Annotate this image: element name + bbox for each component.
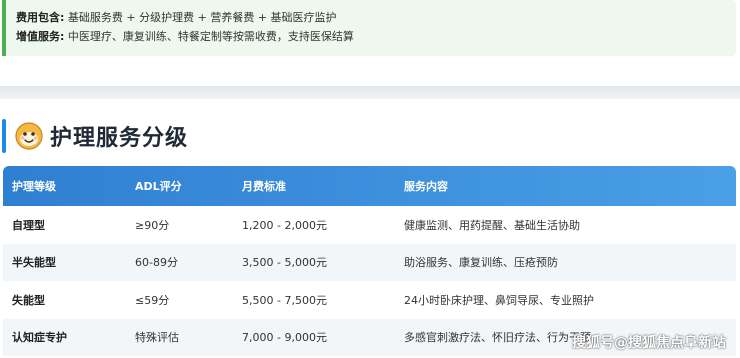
service-content-cell: 多感官刺激疗法、怀旧疗法、行为干预 — [404, 331, 591, 345]
service-content-cell: 健康监测、用药提醒、基础生活协助 — [404, 218, 580, 232]
monthly-fee-cell: 1,200 - 2,000元 — [242, 218, 327, 232]
care-level-cell: 自理型 — [12, 218, 45, 232]
table-header-adl: ADL评分 — [135, 180, 182, 193]
adl-score-cell: ≥90分 — [135, 218, 170, 232]
adl-score-cell: 60-89分 — [135, 256, 178, 270]
table-header: 护理等级 ADL评分 月费标准 服务内容 — [3, 166, 736, 206]
table-row: 失能型 ≤59分 5,500 - 7,500元 24小时卧床护理、鼻饲导尿、专业… — [3, 281, 736, 319]
section-divider — [0, 86, 740, 99]
fee-extra-text: 中医理疗、康复训练、特餐定制等按需收费，支持医保结算 — [67, 30, 354, 43]
section-accent-bar — [2, 119, 6, 153]
table-header-level: 护理等级 — [12, 180, 56, 193]
smiling-face-icon — [15, 122, 43, 150]
fee-info-box: 费用包含: 基础服务费 + 分级护理费 + 营养餐费 + 基础医疗监护 增值服务… — [2, 0, 736, 56]
care-level-cell: 半失能型 — [12, 256, 56, 270]
monthly-fee-cell: 3,500 - 5,000元 — [242, 256, 327, 270]
table-header-fee: 月费标准 — [242, 180, 286, 193]
care-level-cell: 认知症专护 — [12, 331, 67, 345]
section-title: 护理服务分级 — [50, 126, 189, 151]
care-level-table: 护理等级 ADL评分 月费标准 服务内容 自理型 ≥90分 1,200 - 2,… — [3, 166, 736, 356]
table-row: 半失能型 60-89分 3,500 - 5,000元 助浴服务、康复训练、压疮预… — [3, 243, 736, 281]
monthly-fee-cell: 5,500 - 7,500元 — [242, 293, 327, 307]
fee-included-text: 基础服务费 + 分级护理费 + 营养餐费 + 基础医疗监护 — [67, 11, 337, 24]
monthly-fee-cell: 7,000 - 9,000元 — [242, 331, 327, 345]
adl-score-cell: 特殊评估 — [135, 331, 179, 345]
adl-score-cell: ≤59分 — [135, 293, 170, 307]
fee-extra-label: 增值服务: — [16, 30, 65, 43]
fee-included-label: 费用包含: — [16, 11, 65, 24]
service-content-cell: 助浴服务、康复训练、压疮预防 — [404, 256, 558, 270]
fee-included-line: 费用包含: 基础服务费 + 分级护理费 + 营养餐费 + 基础医疗监护 — [16, 8, 736, 27]
fee-extra-line: 增值服务: 中医理疗、康复训练、特餐定制等按需收费，支持医保结算 — [16, 27, 736, 46]
service-content-cell: 24小时卧床护理、鼻饲导尿、专业照护 — [404, 293, 594, 307]
table-header-services: 服务内容 — [404, 180, 448, 193]
section-header: 护理服务分级 — [2, 117, 402, 155]
watermark: 搜狐号@搜狐焦点阜新站 — [572, 335, 726, 351]
table-row: 自理型 ≥90分 1,200 - 2,000元 健康监测、用药提醒、基础生活协助 — [3, 206, 736, 244]
care-level-cell: 失能型 — [12, 293, 45, 307]
